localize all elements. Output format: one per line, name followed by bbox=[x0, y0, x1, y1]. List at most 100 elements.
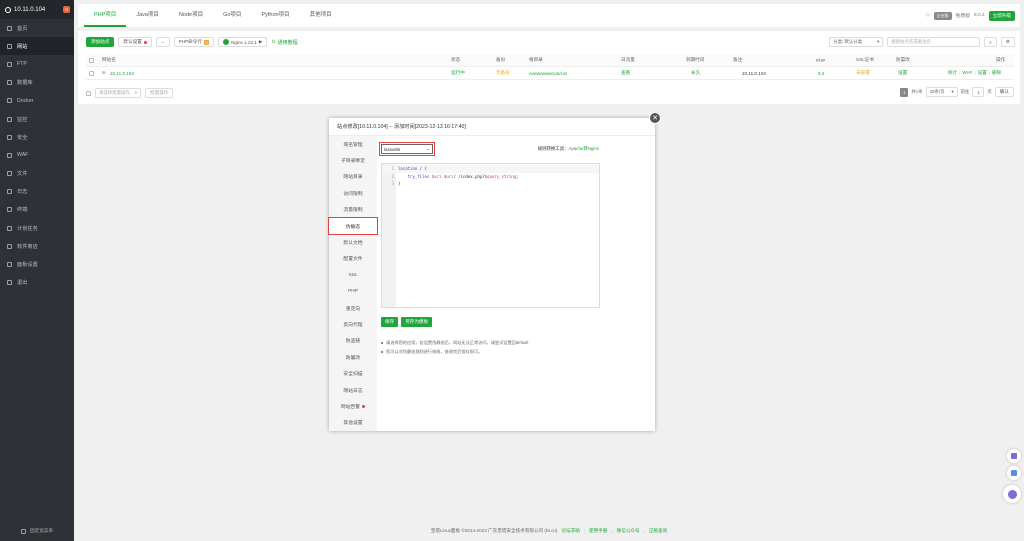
modal-menu-item[interactable]: 网站目录 bbox=[329, 169, 377, 185]
sidebar-item[interactable]: 日志 bbox=[0, 183, 74, 201]
modal-menu-item[interactable]: 网站日志 bbox=[329, 382, 377, 398]
save-button[interactable]: 保存 bbox=[381, 317, 399, 327]
notification-badge[interactable]: 0 bbox=[63, 6, 70, 13]
modal-menu-item[interactable]: 重定向 bbox=[329, 300, 377, 316]
add-site-button[interactable]: 添加站点 bbox=[86, 37, 115, 47]
sidebar-item[interactable]: 首页 bbox=[0, 19, 74, 37]
modal-menu-item[interactable]: 子目录绑定 bbox=[329, 152, 377, 168]
per-page-select[interactable]: 20条/页 ▾ bbox=[925, 87, 958, 97]
edition-badge[interactable]: 企业版 bbox=[933, 11, 952, 20]
col-name[interactable]: 网站名 bbox=[102, 57, 116, 63]
tab-php[interactable]: PHP项目 bbox=[84, 4, 127, 27]
sidebar-item[interactable]: 文件 bbox=[0, 165, 74, 183]
category-select[interactable]: 分类: 默认分类 ▾ bbox=[829, 37, 884, 47]
footer-link-forum[interactable]: 论坛求助 bbox=[561, 528, 579, 534]
search-input[interactable]: 搜索站点名或备注名 bbox=[887, 37, 981, 47]
float-service-button[interactable] bbox=[1007, 449, 1021, 463]
col-traffic[interactable]: 日流量 bbox=[621, 57, 635, 63]
modal-title: 站点修改[10.11.0.104] -- 添加时间[2023-12-13 16:… bbox=[329, 118, 655, 136]
modal-menu-item[interactable]: 默认文档 bbox=[329, 234, 377, 250]
root-dir-link[interactable]: /www/wwwroot/cat bbox=[529, 71, 567, 76]
sidebar-item[interactable]: 终端 bbox=[0, 201, 74, 219]
sidebar-item[interactable]: 退出 bbox=[0, 274, 74, 292]
bulk-action-button[interactable]: 批量操作 bbox=[145, 88, 174, 98]
rewrite-template-select[interactable]: laravel5 ⌄ bbox=[379, 142, 435, 156]
sidebar-item[interactable]: FTP bbox=[0, 55, 74, 73]
default-settings-button[interactable]: 默认设置 bbox=[118, 37, 152, 47]
bulk-select[interactable]: 请选择批量操作 ▾ bbox=[95, 88, 141, 98]
line-number: 1 bbox=[391, 166, 394, 172]
modal-menu-item[interactable]: 安全扫描 bbox=[329, 365, 377, 381]
sidebar-item[interactable]: 计划任务 bbox=[0, 219, 74, 237]
php-cli-button[interactable]: PHP命令行 0 bbox=[173, 37, 215, 47]
modal-menu-item[interactable]: 流量限制 bbox=[329, 202, 377, 218]
jump-confirm-button[interactable]: 确认 bbox=[994, 87, 1014, 97]
sidebar-item[interactable]: Docker bbox=[0, 92, 74, 110]
code-editor[interactable]: 1 location / { 2 try_files $uri $uri/ /in… bbox=[381, 163, 600, 308]
sidebar-item[interactable]: 软件商店 bbox=[0, 237, 74, 255]
footer-link-manual[interactable]: 使用手册 bbox=[589, 528, 607, 534]
sidebar-item[interactable]: 面板设置 bbox=[0, 255, 74, 273]
sidebar-item[interactable]: 网站 bbox=[0, 37, 74, 56]
modal-menu-label: 反向代理 bbox=[343, 322, 363, 328]
save-template-button[interactable]: 另存为模板 bbox=[401, 317, 433, 327]
footer-link-wechat[interactable]: 微信公众号 bbox=[617, 528, 640, 534]
modal-menu-item[interactable]: 其他设置 bbox=[329, 415, 377, 431]
row-checkbox[interactable] bbox=[89, 70, 94, 76]
tab-python[interactable]: Python项目 bbox=[251, 4, 299, 27]
convert-tool-link[interactable]: Apache转Nginx bbox=[568, 146, 599, 151]
remark-field[interactable]: 10.11.0.104 bbox=[742, 71, 766, 76]
tab-go[interactable]: Go项目 bbox=[213, 4, 251, 27]
page-current[interactable]: 1 bbox=[900, 87, 909, 97]
backup-link[interactable]: 无备份 bbox=[496, 70, 510, 76]
sidebar-item[interactable]: WAF bbox=[0, 146, 74, 164]
sidebar-item[interactable]: 数据库 bbox=[0, 74, 74, 92]
float-feedback-button[interactable] bbox=[1007, 466, 1021, 480]
traffic-link[interactable]: 查看 bbox=[621, 70, 630, 76]
search-button[interactable]: ⌕ bbox=[984, 37, 997, 47]
line-number: 2 bbox=[391, 173, 394, 179]
ssl-link[interactable]: 未部署 bbox=[856, 70, 870, 76]
tab-java[interactable]: Java项目 bbox=[126, 4, 169, 27]
settings-button[interactable]: ⚙ bbox=[1000, 37, 1015, 47]
help-link[interactable]: ⊙ 通用教程 bbox=[271, 39, 297, 46]
select-all-checkbox[interactable] bbox=[89, 57, 94, 63]
modal-menu-item[interactable]: 访问限制 bbox=[329, 185, 377, 201]
site-name-link[interactable]: 10.11.0.104 bbox=[110, 71, 134, 76]
close-icon[interactable]: ✕ bbox=[649, 112, 661, 124]
modal-menu-item[interactable]: SSL bbox=[329, 267, 377, 283]
tab-other[interactable]: 其他项目 bbox=[300, 4, 342, 27]
modal-menu-item[interactable]: 网站告警 bbox=[329, 398, 377, 414]
delete-link[interactable]: 删除 bbox=[992, 70, 1001, 76]
jump-input[interactable]: 1 bbox=[972, 87, 985, 97]
footer-link-verify[interactable]: 正版查询 bbox=[649, 528, 667, 534]
stats-link[interactable]: 统计 bbox=[948, 70, 957, 76]
col-expire[interactable]: 到期时间 bbox=[686, 57, 704, 63]
modal-menu-item[interactable]: 域名管理 bbox=[329, 136, 377, 152]
server-header[interactable]: 10.11.0.104 0 bbox=[0, 0, 74, 19]
col-tamper: 防篡改 bbox=[896, 57, 910, 62]
modal-menu-item[interactable]: 防盗链 bbox=[329, 333, 377, 349]
float-assistant-button[interactable] bbox=[1003, 485, 1021, 503]
modal-menu-item[interactable]: 反向代理 bbox=[329, 316, 377, 332]
bulk-checkbox[interactable] bbox=[86, 90, 91, 96]
settings-link[interactable]: 设置 bbox=[978, 70, 987, 76]
dropdown-button[interactable]: ⌄ bbox=[155, 37, 170, 47]
modal-menu-item[interactable]: 配置文件 bbox=[329, 251, 377, 267]
status-toggle[interactable]: 运行中 bbox=[451, 70, 465, 76]
modal-menu-item[interactable]: 防篡改 bbox=[329, 349, 377, 365]
php-version-link[interactable]: 8.2 bbox=[818, 71, 824, 76]
modal-menu-item[interactable]: 伪静态 bbox=[328, 216, 378, 236]
sidebar-item[interactable]: 安全 bbox=[0, 128, 74, 146]
modal-menu-item[interactable]: PHP bbox=[329, 284, 377, 300]
expire-link[interactable]: 永久 bbox=[691, 70, 700, 76]
waf-link[interactable]: WAF bbox=[962, 70, 972, 76]
tamper-link[interactable]: 设置 bbox=[898, 70, 907, 76]
sidebar-collapse[interactable]: 固定宽菜单 bbox=[0, 521, 74, 541]
nginx-button[interactable]: Nginx 1.22.1 ▶ bbox=[218, 37, 268, 47]
upgrade-button[interactable]: 立即升级 bbox=[988, 10, 1015, 21]
sidebar-item[interactable]: 监控 bbox=[0, 110, 74, 128]
col-status[interactable]: 状态 bbox=[451, 57, 460, 63]
sidebar-nav: 首页 网站 FTP 数据库 Docker 监控 安全 WAF 文件 日志 终端 计划任务 软件商店 面板设… bbox=[0, 19, 74, 292]
tab-node[interactable]: Node项目 bbox=[169, 4, 213, 27]
